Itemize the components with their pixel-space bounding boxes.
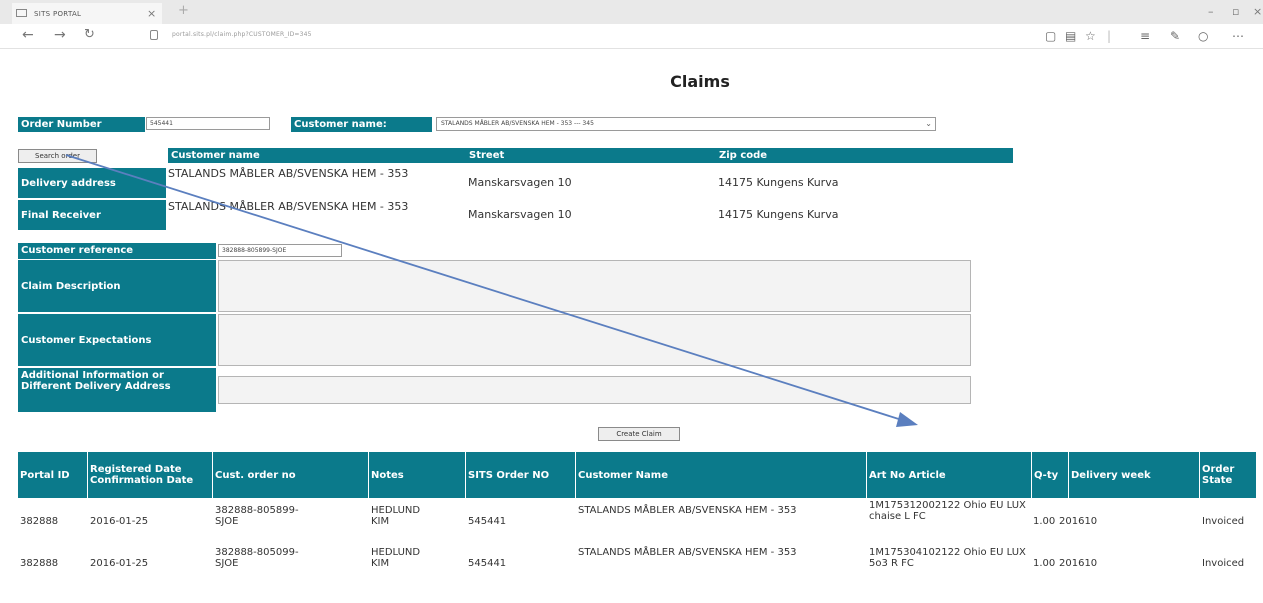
annotation-arrow-line xyxy=(65,154,906,422)
annotation-arrow-head xyxy=(896,412,918,427)
annotation-arrow xyxy=(65,154,918,427)
